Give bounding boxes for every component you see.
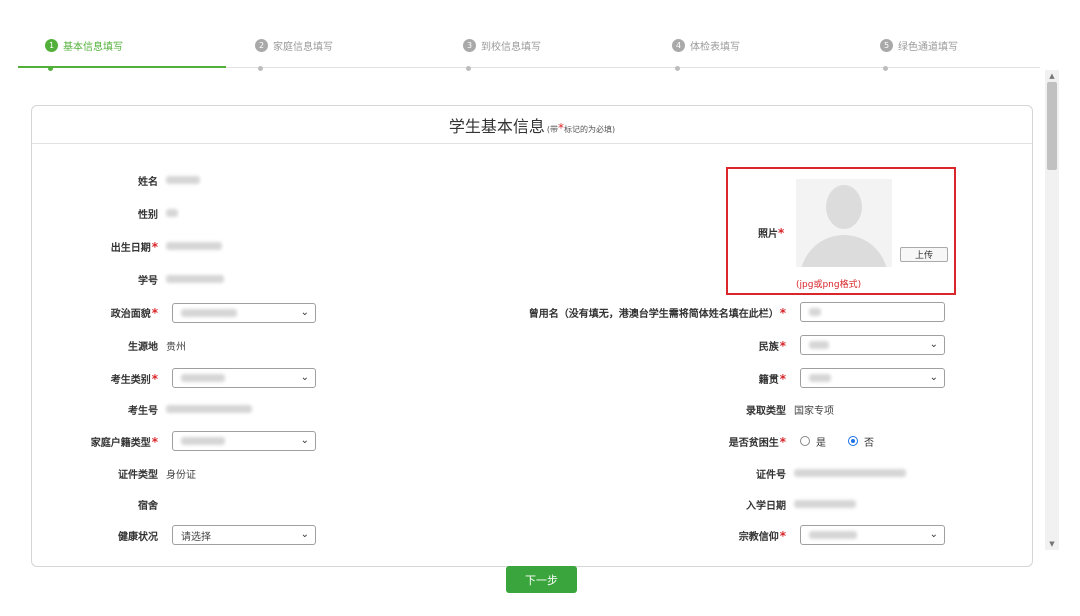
step-number: 1 — [45, 38, 58, 52]
panel-header: 学生基本信息 (带*标记的为必填) — [32, 106, 1032, 144]
redacted-value — [794, 499, 856, 508]
health-select[interactable]: 请选择 ⌄ — [172, 525, 316, 545]
step-dot — [675, 66, 680, 71]
step-number: 2 — [255, 38, 268, 52]
chevron-down-icon: ⌄ — [929, 529, 938, 540]
field-gender: 性别 — [60, 201, 178, 225]
scroll-down-arrow-icon[interactable]: ▼ — [1045, 538, 1059, 550]
redacted-value — [181, 374, 225, 382]
chevron-down-icon: ⌄ — [929, 339, 938, 350]
field-health: 健康状况 请选择 ⌄ — [60, 523, 316, 547]
step-number: 5 — [880, 38, 893, 52]
chevron-down-icon: ⌄ — [300, 307, 309, 318]
step-label: 基本信息填写 — [63, 41, 123, 53]
redacted-value — [166, 404, 252, 413]
native-place-select[interactable]: ⌄ — [800, 368, 945, 388]
step-indicator: 1 基本信息填写 2 家庭信息填写 3 到校信息填写 4 体检表填写 5 绿色通… — [18, 32, 1040, 71]
field-exam-no: 考生号 — [60, 397, 252, 421]
field-student-no: 学号 — [60, 267, 224, 291]
step-number: 3 — [463, 38, 476, 52]
step-label: 到校信息填写 — [481, 41, 541, 53]
photo-upload-area: 照片* 上传 (jpg或png格式) — [726, 167, 956, 295]
required-note: (带*标记的为必填) — [546, 120, 616, 135]
step-dot — [883, 66, 888, 71]
field-political-status: 政治面貌* ⌄ — [60, 300, 316, 324]
field-dorm: 宿舍 — [138, 500, 158, 512]
redacted-value — [166, 175, 200, 184]
step-label: 绿色通道填写 — [898, 41, 958, 53]
photo-format-hint: (jpg或png格式) — [796, 280, 862, 290]
redacted-value — [809, 308, 821, 316]
redacted-value — [181, 437, 225, 445]
field-household-type: 家庭户籍类型* ⌄ — [60, 429, 316, 453]
field-id-no: 证件号 — [480, 461, 906, 485]
field-native-place: 籍贯* ⌄ — [480, 366, 945, 390]
redacted-value — [809, 374, 831, 382]
field-admit-type: 录取类型 国家专项 — [746, 405, 834, 417]
field-religion: 宗教信仰* ⌄ — [480, 523, 945, 547]
field-name: 姓名 — [60, 168, 200, 192]
household-type-select[interactable]: ⌄ — [172, 431, 316, 451]
page-title: 学生基本信息 — [448, 116, 545, 136]
step-arrival-info[interactable]: 3 到校信息填写 — [463, 38, 541, 71]
field-origin: 生源地 贵州 — [128, 341, 186, 353]
step-dot — [48, 66, 53, 71]
alias-input[interactable] — [800, 302, 945, 322]
scroll-thumb[interactable] — [1047, 82, 1057, 170]
redacted-value — [794, 468, 906, 477]
upload-photo-button[interactable]: 上传 — [900, 247, 948, 262]
step-label: 体检表填写 — [690, 41, 740, 53]
chevron-down-icon: ⌄ — [300, 372, 309, 383]
step-health-form[interactable]: 4 体检表填写 — [672, 38, 740, 71]
redacted-value — [166, 208, 178, 217]
step-family-info[interactable]: 2 家庭信息填写 — [255, 38, 333, 71]
poverty-radio-no[interactable]: 否 — [848, 434, 874, 449]
chevron-down-icon: ⌄ — [300, 529, 309, 540]
field-exam-type: 考生类别* ⌄ — [60, 366, 316, 390]
religion-select[interactable]: ⌄ — [800, 525, 945, 545]
step-number: 4 — [672, 38, 685, 52]
nation-select[interactable]: ⌄ — [800, 335, 945, 355]
field-alias: 曾用名（没有填无，港澳台学生需将简体姓名填在此栏）* — [480, 300, 945, 324]
field-birth-date: 出生日期* — [60, 234, 222, 258]
photo-label: 照片* — [758, 226, 785, 240]
avatar-placeholder-icon — [796, 179, 892, 267]
step-basic-info[interactable]: 1 基本信息填写 — [45, 38, 123, 71]
step-label: 家庭信息填写 — [273, 41, 333, 53]
redacted-value — [809, 341, 829, 349]
step-green-channel[interactable]: 5 绿色通道填写 — [880, 38, 958, 71]
redacted-value — [166, 241, 222, 250]
redacted-value — [181, 309, 237, 317]
poverty-radio-yes[interactable]: 是 — [800, 434, 826, 449]
field-poverty: 是否贫困生* 是 否 — [728, 434, 874, 449]
radio-checked-icon — [848, 436, 858, 446]
exam-type-select[interactable]: ⌄ — [172, 368, 316, 388]
redacted-value — [166, 274, 224, 283]
field-enroll-date: 入学日期 — [480, 492, 856, 516]
step-dot — [258, 66, 263, 71]
chevron-down-icon: ⌄ — [300, 435, 309, 446]
radio-circle-icon — [800, 436, 810, 446]
step-dot — [466, 66, 471, 71]
next-step-button[interactable]: 下一步 — [506, 566, 577, 593]
political-status-select[interactable]: ⌄ — [172, 303, 316, 323]
page-scrollbar[interactable]: ▲ ▼ — [1045, 70, 1059, 550]
chevron-down-icon: ⌄ — [929, 372, 938, 383]
scroll-up-arrow-icon[interactable]: ▲ — [1045, 70, 1059, 82]
field-nation: 民族* ⌄ — [480, 333, 945, 357]
field-id-type: 证件类型 身份证 — [118, 469, 196, 481]
redacted-value — [809, 531, 857, 539]
